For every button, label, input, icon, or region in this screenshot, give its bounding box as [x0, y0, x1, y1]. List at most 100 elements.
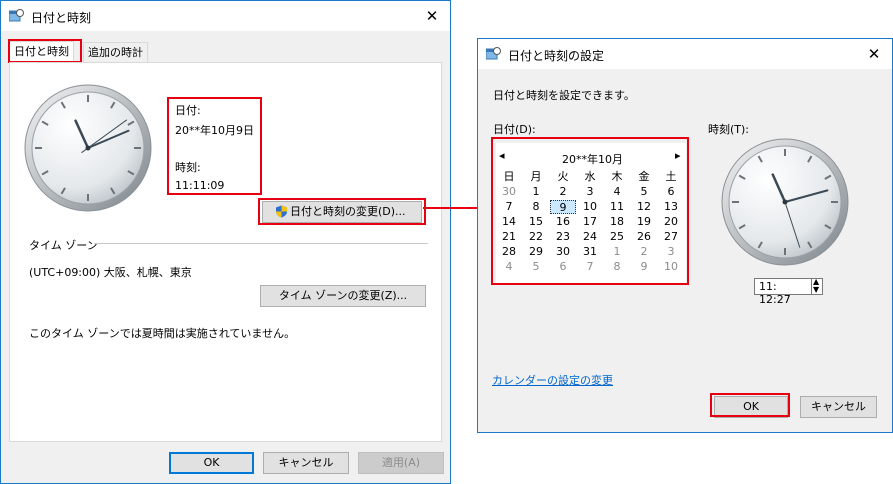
weekday-header: 水 — [584, 170, 596, 183]
time-input-value: 11: 12:27 — [759, 280, 791, 306]
ok-button[interactable]: OK — [714, 396, 788, 418]
button-label: 適用(A) — [381, 456, 421, 469]
calendar-day[interactable]: 27 — [658, 230, 684, 244]
calendar-day[interactable]: 5 — [631, 185, 657, 199]
button-label: キャンセル — [278, 456, 334, 469]
calendar-day[interactable]: 4 — [604, 185, 630, 199]
weekday-header: 日 — [503, 170, 515, 183]
cancel-button[interactable]: キャンセル — [800, 396, 877, 418]
button-label: OK — [203, 456, 220, 469]
calendar-day[interactable]: 18 — [604, 215, 630, 229]
calendar-day[interactable]: 23 — [550, 230, 576, 244]
calendar-day[interactable]: 8 — [523, 200, 549, 214]
calendar-day[interactable]: 5 — [523, 260, 549, 274]
calendar-day[interactable]: 15 — [523, 215, 549, 229]
calendar-day[interactable]: 25 — [604, 230, 630, 244]
calendar-day[interactable]: 31 — [577, 245, 603, 259]
calendar-day[interactable]: 3 — [658, 245, 684, 259]
calendar-day[interactable]: 7 — [577, 260, 603, 274]
calendar-day[interactable]: 20 — [658, 215, 684, 229]
time-label: 時刻(T): — [708, 123, 750, 136]
title-bar: 日付と時刻 ✕ — [1, 1, 450, 31]
calendar-day[interactable]: 1 — [523, 185, 549, 199]
spin-down-icon[interactable]: ▼ — [813, 285, 819, 294]
button-label: タイム ゾーンの変更(Z)... — [278, 289, 408, 302]
calendar-day[interactable]: 14 — [496, 215, 522, 229]
date-value: 20**年10月9日 — [175, 124, 254, 137]
shield-icon — [276, 205, 287, 218]
date-label: 日付: — [175, 104, 201, 117]
calendar-day[interactable]: 10 — [577, 200, 603, 214]
change-timezone-button[interactable]: タイム ゾーンの変更(Z)... — [260, 285, 426, 307]
calendar-day[interactable]: 6 — [658, 185, 684, 199]
weekday-header: 土 — [665, 170, 677, 183]
calendar-day[interactable]: 29 — [523, 245, 549, 259]
window-title: 日付と時刻の設定 — [508, 49, 605, 63]
button-label: キャンセル — [811, 400, 866, 413]
calendar-day[interactable]: 6 — [550, 260, 576, 274]
analog-clock — [24, 84, 152, 212]
calendar-day[interactable]: 9 — [550, 200, 576, 214]
window-title: 日付と時刻 — [31, 11, 92, 25]
tab-panel: 日付: 20**年10月9日 時刻: 11:11:09 日付と時刻の変更(D).… — [9, 62, 442, 442]
calendar-day[interactable]: 12 — [631, 200, 657, 214]
tab-label: 追加の時計 — [88, 46, 143, 59]
calendar-day[interactable]: 13 — [658, 200, 684, 214]
date-label: 日付(D): — [493, 123, 536, 136]
clock-center — [782, 199, 788, 205]
calendar-day[interactable]: 22 — [523, 230, 549, 244]
timezone-header: タイム ゾーン — [29, 239, 98, 252]
datetime-settings-window: 日付と時刻の設定 ✕ 日付と時刻を設定できます。 日付(D): 時刻(T): ◂… — [477, 38, 893, 433]
datetime-window: 日付と時刻 ✕ 日付と時刻 追加の時計 日付: 20**年10月9日 時刻: 1… — [0, 0, 451, 484]
close-icon[interactable]: ✕ — [864, 44, 884, 64]
datetime-app-icon — [486, 47, 501, 60]
weekday-header: 金 — [638, 170, 650, 183]
calendar-day[interactable]: 2 — [550, 185, 576, 199]
time-label: 時刻: — [175, 161, 201, 174]
calendar-day[interactable]: 26 — [631, 230, 657, 244]
calendar-settings-link[interactable]: カレンダーの設定の変更 — [492, 372, 613, 388]
calendar-grid: 日月火水木金土 30 1 2 3 4 5 6 7 8 9 10 11 12 13 14 15 16 17 18 19 20… — [496, 143, 686, 283]
calendar-day[interactable]: 8 — [604, 260, 630, 274]
title-bar: 日付と時刻の設定 ✕ — [478, 39, 892, 69]
calendar-day[interactable]: 4 — [496, 260, 522, 274]
calendar-day[interactable]: 17 — [577, 215, 603, 229]
calendar-day[interactable]: 9 — [631, 260, 657, 274]
calendar-day[interactable]: 2 — [631, 245, 657, 259]
calendar-day[interactable]: 30 — [496, 185, 522, 199]
calendar-day[interactable]: 21 — [496, 230, 522, 244]
change-datetime-button[interactable]: 日付と時刻の変更(D)... — [262, 201, 422, 223]
close-icon[interactable]: ✕ — [422, 6, 442, 26]
calendar-day[interactable]: 1 — [604, 245, 630, 259]
calendar-day[interactable]: 19 — [631, 215, 657, 229]
time-spinner[interactable]: ▲ ▼ — [811, 277, 823, 295]
weekday-header: 月 — [530, 170, 542, 183]
calendar-day[interactable]: 16 — [550, 215, 576, 229]
cancel-button[interactable]: キャンセル — [263, 452, 349, 474]
calendar-day[interactable]: 28 — [496, 245, 522, 259]
calendar-day[interactable]: 3 — [577, 185, 603, 199]
calendar-day[interactable]: 30 — [550, 245, 576, 259]
instruction-text: 日付と時刻を設定できます。 — [493, 89, 635, 102]
timezone-value: (UTC+09:00) 大阪、札幌、東京 — [29, 266, 192, 279]
calendar: ◂ 20**年10月 ▸ 日月火水木金土 30 1 2 3 4 5 6 7 8 9 10 11 12 13 1… — [496, 143, 686, 283]
ok-button[interactable]: OK — [169, 452, 254, 474]
tab-additional-clocks[interactable]: 追加の時計 — [83, 42, 148, 63]
button-label: OK — [743, 400, 759, 413]
calendar-day[interactable]: 24 — [577, 230, 603, 244]
timezone-divider — [94, 243, 428, 244]
calendar-day[interactable]: 7 — [496, 200, 522, 214]
time-input[interactable]: 11: 12:27 — [754, 278, 812, 306]
apply-button[interactable]: 適用(A) — [358, 452, 444, 474]
calendar-day[interactable]: 10 — [658, 260, 684, 274]
weekday-header: 火 — [557, 170, 569, 183]
time-value: 11:11:09 — [175, 179, 225, 192]
calendar-day[interactable]: 11 — [604, 200, 630, 214]
tab-datetime[interactable]: 日付と時刻 — [9, 41, 74, 62]
dst-note: このタイム ゾーンでは夏時間は実施されていません。 — [29, 327, 296, 340]
clock-center — [85, 145, 91, 151]
analog-clock — [721, 138, 849, 266]
tab-label: 日付と時刻 — [14, 45, 69, 58]
datetime-app-icon — [9, 9, 24, 22]
weekday-header: 木 — [611, 170, 623, 183]
